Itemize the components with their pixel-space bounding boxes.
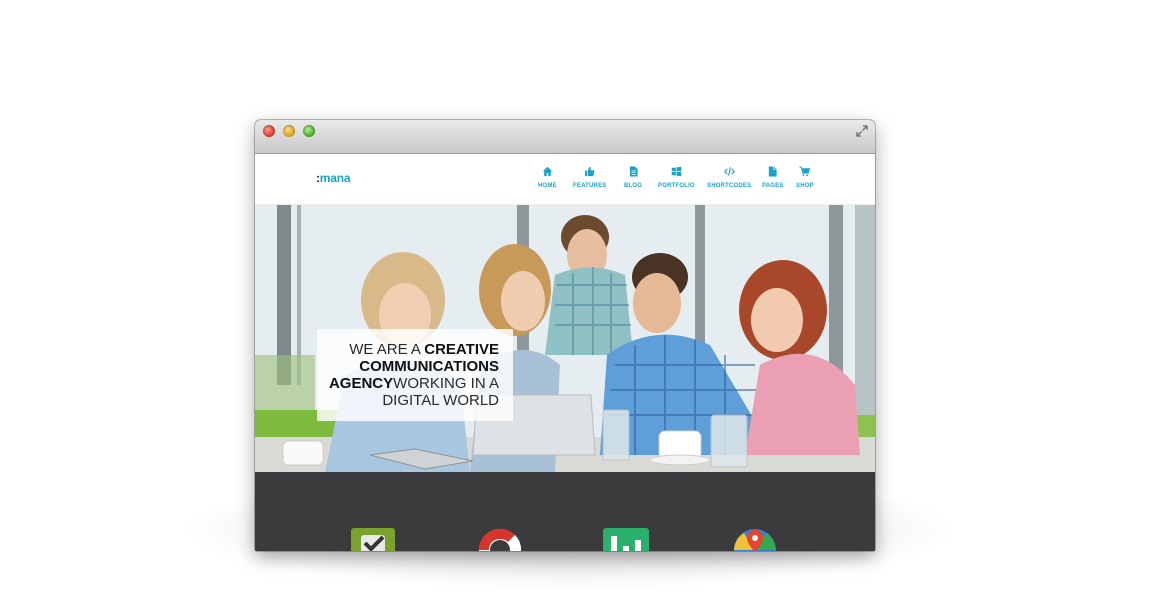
nav-item-portfolio[interactable]: PORTFOLIO bbox=[658, 166, 695, 189]
hero-tagline: WE ARE A CREATIVE COMMUNICATIONS AGENCYW… bbox=[328, 341, 499, 409]
nav-item-blog[interactable]: BLOG bbox=[624, 166, 642, 189]
windows-grid-icon bbox=[671, 166, 682, 177]
home-icon bbox=[542, 166, 553, 177]
fullscreen-icon[interactable] bbox=[855, 124, 869, 138]
tagline-box: WE ARE A CREATIVE COMMUNICATIONS AGENCYW… bbox=[317, 329, 513, 421]
bar-chart-icon bbox=[603, 528, 649, 551]
features-band bbox=[255, 472, 875, 551]
nav-item-pages[interactable]: PAGES bbox=[762, 166, 784, 189]
cart-icon bbox=[799, 166, 811, 177]
site-logo[interactable]: :mana bbox=[316, 171, 351, 185]
checkbox-icon bbox=[351, 528, 395, 551]
close-window-button[interactable] bbox=[263, 125, 275, 137]
nav-label: SHORTCODES bbox=[707, 183, 752, 189]
zoom-window-button[interactable] bbox=[303, 125, 315, 137]
nav-item-shop[interactable]: SHOP bbox=[796, 166, 814, 189]
map-pin-icon bbox=[734, 529, 776, 551]
nav-label: PAGES bbox=[762, 183, 784, 189]
title-bar bbox=[255, 120, 875, 154]
hero-banner: WE ARE A CREATIVE COMMUNICATIONS AGENCYW… bbox=[255, 205, 875, 472]
nav-label: BLOG bbox=[624, 183, 643, 189]
code-icon bbox=[723, 167, 735, 176]
nav-label: SHOP bbox=[796, 183, 814, 189]
browser-window: :mana HOME FEATURES BLOG PORTFOLIO SHORT… bbox=[255, 120, 875, 551]
site-header: :mana HOME FEATURES BLOG PORTFOLIO SHORT… bbox=[255, 154, 875, 205]
nav-label: PORTFOLIO bbox=[658, 183, 695, 189]
nav-label: FEATURES bbox=[573, 183, 607, 189]
page-icon bbox=[769, 166, 777, 177]
minimize-window-button[interactable] bbox=[283, 125, 295, 137]
nav-item-shortcodes[interactable]: SHORTCODES bbox=[707, 166, 751, 189]
lifebuoy-icon bbox=[478, 528, 522, 551]
nav-label: HOME bbox=[538, 183, 557, 189]
document-icon bbox=[629, 166, 638, 177]
nav-item-features[interactable]: FEATURES bbox=[573, 166, 607, 189]
thumbs-up-icon bbox=[585, 166, 595, 177]
nav-item-home[interactable]: HOME bbox=[538, 166, 557, 189]
